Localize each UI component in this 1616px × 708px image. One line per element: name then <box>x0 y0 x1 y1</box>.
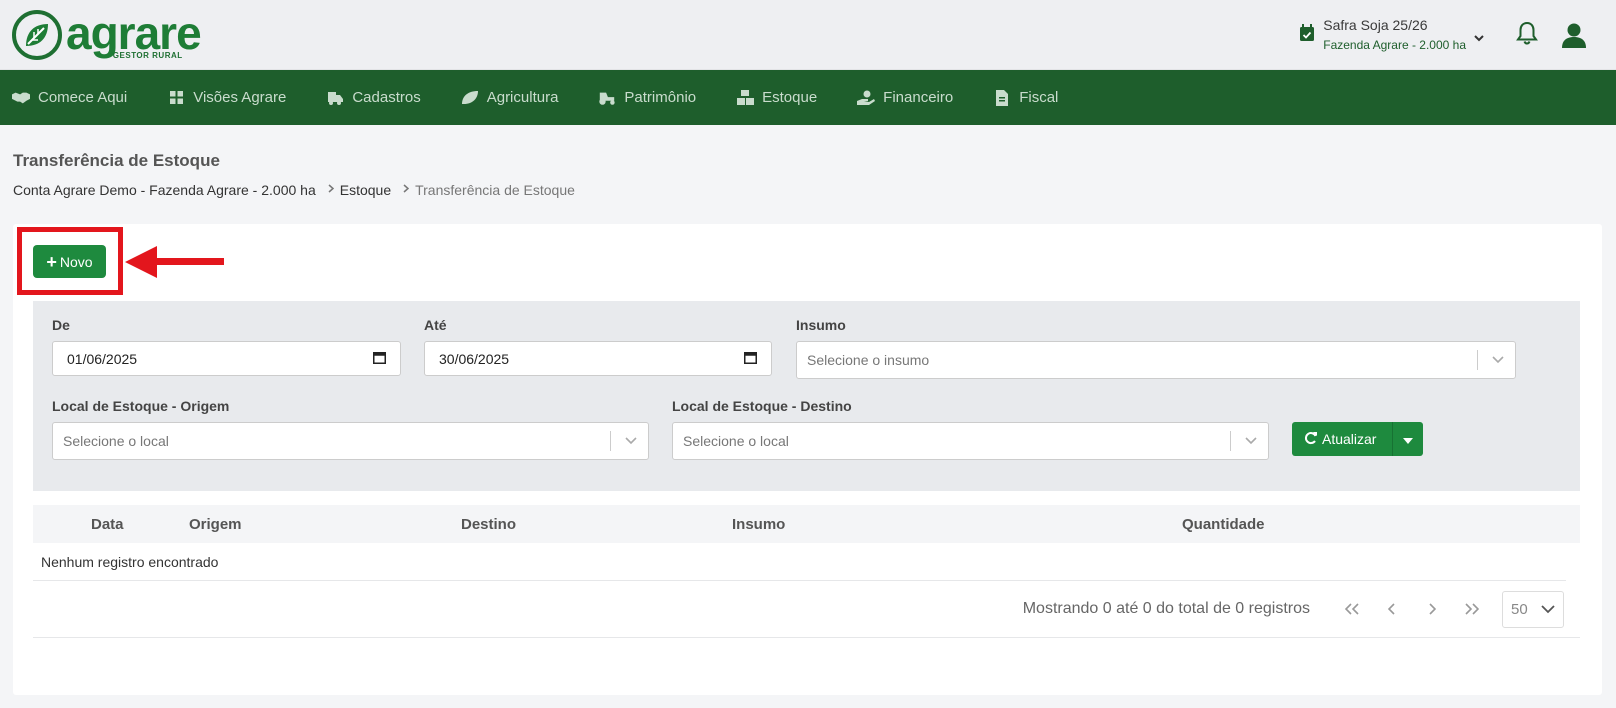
ate-date-field[interactable]: 30/06/2025 <box>424 341 772 376</box>
nav-item-visoes-agrare[interactable]: Visões Agrare <box>167 89 286 106</box>
page-size-select[interactable]: 50 <box>1502 590 1564 628</box>
tractor-icon <box>598 90 616 106</box>
calendar-check-icon <box>1299 24 1315 45</box>
previous-page-icon[interactable] <box>1372 603 1412 615</box>
nav-item-financeiro[interactable]: Financeiro <box>857 89 953 106</box>
select-divider <box>610 431 611 451</box>
nav-label: Patrimônio <box>624 89 697 106</box>
column-header-origem[interactable]: Origem <box>189 516 242 533</box>
table-row-empty: Nenhum registro encontrado <box>33 543 1566 581</box>
safra-title: Safra Soja 25/26 <box>1323 17 1428 33</box>
ate-date-value: 30/06/2025 <box>439 350 510 367</box>
safra-farm: Fazenda Agrare - 2.000 ha <box>1323 38 1466 52</box>
column-header-data[interactable]: Data <box>91 516 124 533</box>
page-title: Transferência de Estoque <box>13 151 220 170</box>
destino-select[interactable]: Selecione o local <box>672 422 1269 460</box>
insumo-label: Insumo <box>796 317 846 333</box>
nav-item-fiscal[interactable]: Fiscal <box>993 89 1058 106</box>
content-card: + Novo De 01/06/2025 Até 30/06/2025 Insu… <box>13 224 1602 695</box>
logo-subtitle: GESTOR RURAL <box>112 50 183 60</box>
novo-button[interactable]: + Novo <box>33 245 106 278</box>
handshake-icon <box>12 90 30 106</box>
breadcrumb-current: Transferência de Estoque <box>415 182 575 198</box>
pagination: Mostrando 0 até 0 do total de 0 registro… <box>33 581 1580 638</box>
atualizar-button-group: Atualizar <box>1292 422 1423 456</box>
leaf-logo-icon <box>12 9 62 60</box>
agrare-logo[interactable]: agrare GESTOR RURAL <box>12 6 202 60</box>
nav-item-estoque[interactable]: Estoque <box>736 89 817 106</box>
nav-label: Financeiro <box>883 89 954 106</box>
chevron-right-icon <box>328 184 334 196</box>
atualizar-button[interactable]: Atualizar <box>1292 422 1392 456</box>
de-label: De <box>52 317 70 333</box>
empty-message: Nenhum registro encontrado <box>41 553 219 570</box>
chevron-down-icon <box>1244 433 1258 450</box>
chevron-down-icon <box>1541 601 1555 618</box>
nav-label: Estoque <box>762 89 818 106</box>
calendar-icon[interactable] <box>744 351 757 367</box>
column-header-quantidade[interactable]: Quantidade <box>1182 516 1265 533</box>
safra-selector[interactable]: Safra Soja 25/26 Fazenda Agrare - 2.000 … <box>1299 17 1484 52</box>
filter-panel: De 01/06/2025 Até 30/06/2025 Insumo Sele… <box>33 301 1580 491</box>
red-arrow-icon <box>125 244 225 283</box>
select-divider <box>1477 350 1478 370</box>
breadcrumb-account[interactable]: Conta Agrare Demo - Fazenda Agrare - 2.0… <box>13 182 316 198</box>
insumo-select[interactable]: Selecione o insumo <box>796 341 1516 379</box>
truck-icon <box>326 90 344 106</box>
nav-item-cadastros[interactable]: Cadastros <box>326 89 421 106</box>
boxes-icon <box>736 90 754 106</box>
bell-icon[interactable] <box>1516 21 1538 48</box>
select-divider <box>1230 431 1231 451</box>
breadcrumb-estoque[interactable]: Estoque <box>340 182 391 198</box>
novo-button-label: Novo <box>59 253 93 270</box>
next-page-icon[interactable] <box>1412 603 1452 615</box>
page-header: Transferência de Estoque Conta Agrare De… <box>0 125 1616 198</box>
nav-item-agricultura[interactable]: Agricultura <box>461 89 559 106</box>
table-header: Data Origem Destino Insumo Quantidade <box>33 505 1580 543</box>
pagination-info: Mostrando 0 até 0 do total de 0 registro… <box>1022 600 1310 617</box>
file-invoice-icon <box>993 89 1011 106</box>
chevron-right-icon <box>403 184 410 196</box>
logo-wordmark: agrare <box>66 6 202 59</box>
de-date-value: 01/06/2025 <box>67 350 138 367</box>
breadcrumb: Conta Agrare Demo - Fazenda Agrare - 2.0… <box>13 182 1603 198</box>
insumo-placeholder: Selecione o insumo <box>807 352 930 368</box>
origem-select[interactable]: Selecione o local <box>52 422 649 460</box>
last-page-icon[interactable] <box>1452 603 1492 615</box>
page-size-value: 50 <box>1511 600 1528 618</box>
ate-label: Até <box>424 317 447 333</box>
plus-icon: + <box>46 251 57 272</box>
first-page-icon[interactable] <box>1332 603 1372 615</box>
nav-item-comece-aqui[interactable]: Comece Aqui <box>12 89 127 106</box>
destino-label: Local de Estoque - Destino <box>672 398 852 414</box>
de-date-field[interactable]: 01/06/2025 <box>52 341 401 376</box>
nav-label: Fiscal <box>1019 89 1059 106</box>
column-header-insumo[interactable]: Insumo <box>732 516 785 533</box>
nav-label: Cadastros <box>352 89 421 106</box>
grid-icon <box>167 90 185 106</box>
nav-label: Visões Agrare <box>193 89 287 106</box>
nav-label: Agricultura <box>486 89 559 106</box>
transfer-table: Data Origem Destino Insumo Quantidade Ne… <box>33 505 1580 638</box>
chevron-down-icon <box>1474 29 1484 45</box>
origem-label: Local de Estoque - Origem <box>52 398 230 414</box>
chevron-down-icon <box>1491 352 1505 369</box>
atualizar-dropdown-toggle[interactable] <box>1392 422 1423 456</box>
top-header: agrare GESTOR RURAL Safra Soja 25/26 Faz… <box>0 0 1616 70</box>
nav-label: Comece Aqui <box>38 89 128 106</box>
refresh-icon <box>1304 431 1322 448</box>
destino-placeholder: Selecione o local <box>683 433 789 449</box>
caret-down-icon <box>1403 431 1413 447</box>
user-avatar-icon[interactable] <box>1556 17 1592 53</box>
main-nav: Comece Aqui Visões Agrare Cadastros Agri… <box>0 70 1616 125</box>
origem-placeholder: Selecione o local <box>63 433 169 449</box>
nav-item-patrimonio[interactable]: Patrimônio <box>598 89 696 106</box>
column-header-destino[interactable]: Destino <box>461 516 516 533</box>
atualizar-label: Atualizar <box>1322 431 1377 447</box>
calendar-icon[interactable] <box>373 351 386 367</box>
hand-dollar-icon <box>857 90 876 106</box>
leaf-icon <box>461 90 479 106</box>
chevron-down-icon <box>624 433 638 450</box>
